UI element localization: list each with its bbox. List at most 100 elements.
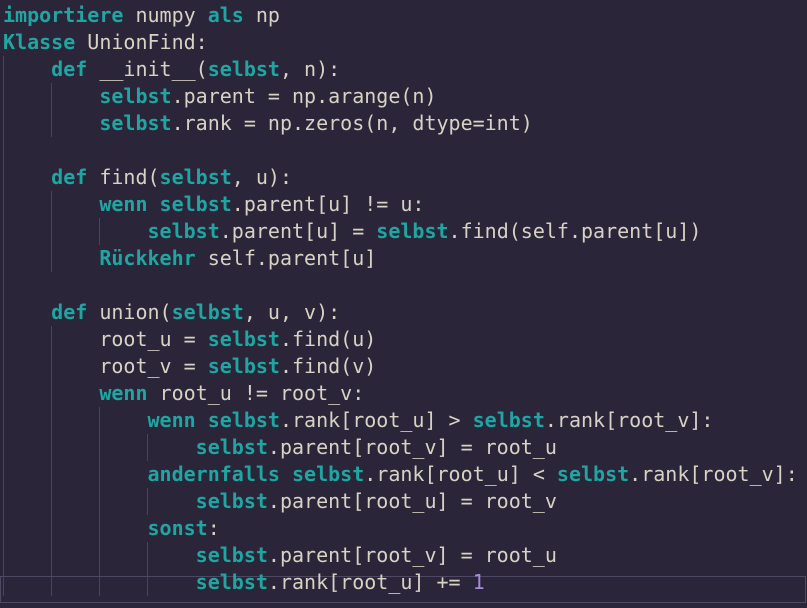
code-text: .parent[root_v] = root_u [267, 543, 557, 567]
code-text: .find(v) [279, 354, 377, 378]
code-text: root_u != root_v: [147, 381, 365, 405]
code-keyword: def [51, 300, 88, 324]
code-line[interactable]: sonst: [3, 515, 220, 542]
code-line[interactable]: wenn selbst.parent[u] != u: [3, 191, 424, 218]
code-text: union( [87, 300, 172, 324]
code-keyword: selbst [147, 219, 220, 243]
code-keyword: Rückkehr [99, 246, 196, 270]
code-keyword: sonst [147, 516, 208, 540]
code-keyword: selbst [99, 111, 172, 135]
code-line[interactable]: selbst.parent[root_v] = root_u [3, 434, 557, 461]
code-line[interactable]: andernfalls selbst.rank[root_u] < selbst… [3, 461, 798, 488]
code-keyword: selbst [207, 354, 280, 378]
code-keyword: wenn [99, 192, 148, 216]
code-keyword: Klasse [3, 30, 76, 54]
code-text: .rank[root_u] < [364, 462, 557, 486]
code-keyword: selbst [207, 57, 280, 81]
code-text: , u, v): [243, 300, 341, 324]
code-line[interactable]: def __init__(selbst, n): [3, 56, 340, 83]
code-keyword: wenn [99, 381, 148, 405]
code-text: root_v = [3, 354, 208, 378]
code-text: find( [87, 165, 160, 189]
code-text: .rank[root_u] > [279, 408, 473, 432]
code-text: self.parent[u] [195, 246, 377, 270]
code-line[interactable]: Klasse UnionFind: [3, 29, 208, 56]
code-line[interactable]: importiere numpy als np [3, 2, 280, 29]
code-keyword: selbst [207, 408, 280, 432]
code-text: , n): [279, 57, 341, 81]
code-line[interactable]: wenn root_u != root_v: [3, 380, 364, 407]
code-keyword: wenn [147, 408, 196, 432]
code-keyword: selbst [472, 408, 545, 432]
code-keyword: selbst [99, 84, 172, 108]
code-text: , u): [231, 165, 293, 189]
code-text: .rank[root_v]: [544, 408, 714, 432]
code-text: np [243, 3, 280, 27]
code-text: .parent = np.arange(n) [171, 84, 437, 108]
code-keyword: selbst [159, 192, 232, 216]
code-keyword: selbst [207, 327, 280, 351]
code-line[interactable]: wenn selbst.rank[root_u] > selbst.rank[r… [3, 407, 714, 434]
code-text: : [207, 516, 220, 540]
code-text: .parent[root_v] = root_u [267, 435, 557, 459]
code-keyword: def [51, 57, 88, 81]
code-keyword: selbst [376, 219, 449, 243]
code-text: .find(self.parent[u]) [448, 219, 702, 243]
code-keyword: selbst [195, 435, 268, 459]
code-text: .rank[root_u] += [267, 570, 473, 594]
code-editor[interactable]: importiere numpy als np Klasse UnionFind:… [0, 0, 807, 608]
code-text: numpy [123, 3, 208, 27]
code-text: .find(u) [279, 327, 377, 351]
code-line[interactable]: selbst.rank = np.zeros(n, dtype=int) [3, 110, 533, 137]
code-line[interactable]: def union(selbst, u, v): [3, 299, 340, 326]
code-keyword: selbst [195, 543, 268, 567]
code-line[interactable]: def find(selbst, u): [3, 164, 292, 191]
code-line[interactable]: selbst.parent[u] = selbst.find(self.pare… [3, 218, 702, 245]
code-keyword: selbst [195, 489, 268, 513]
code-text: .rank[root_v]: [629, 462, 798, 486]
code-text: .parent[u] = [219, 219, 377, 243]
code-text: .parent[root_u] = root_v [267, 489, 557, 513]
code-keyword: andernfalls [147, 462, 280, 486]
code-text: UnionFind: [75, 30, 208, 54]
code-text: __init__( [87, 57, 208, 81]
code-line[interactable]: root_v = selbst.find(v) [3, 353, 376, 380]
code-line[interactable]: root_u = selbst.find(u) [3, 326, 376, 353]
code-line[interactable]: selbst.rank[root_u] += 1 [3, 569, 485, 596]
code-keyword: def [51, 165, 88, 189]
code-keyword: als [207, 3, 244, 27]
code-line[interactable]: selbst.parent[root_v] = root_u [3, 542, 557, 569]
code-keyword: importiere [3, 3, 124, 27]
code-text: .parent[u] != u: [231, 192, 425, 216]
code-text: .rank = np.zeros(n, dtype=int) [171, 111, 533, 135]
code-keyword: selbst [556, 462, 630, 486]
code-keyword: selbst [159, 165, 232, 189]
code-text: root_u = [3, 327, 208, 351]
code-keyword: selbst [195, 570, 268, 594]
code-line[interactable]: Rückkehr self.parent[u] [3, 245, 376, 272]
code-number: 1 [472, 570, 485, 594]
code-line[interactable]: selbst.parent = np.arange(n) [3, 83, 436, 110]
code-keyword: selbst [292, 462, 365, 486]
code-keyword: selbst [171, 300, 244, 324]
code-line[interactable]: selbst.parent[root_u] = root_v [3, 488, 557, 515]
